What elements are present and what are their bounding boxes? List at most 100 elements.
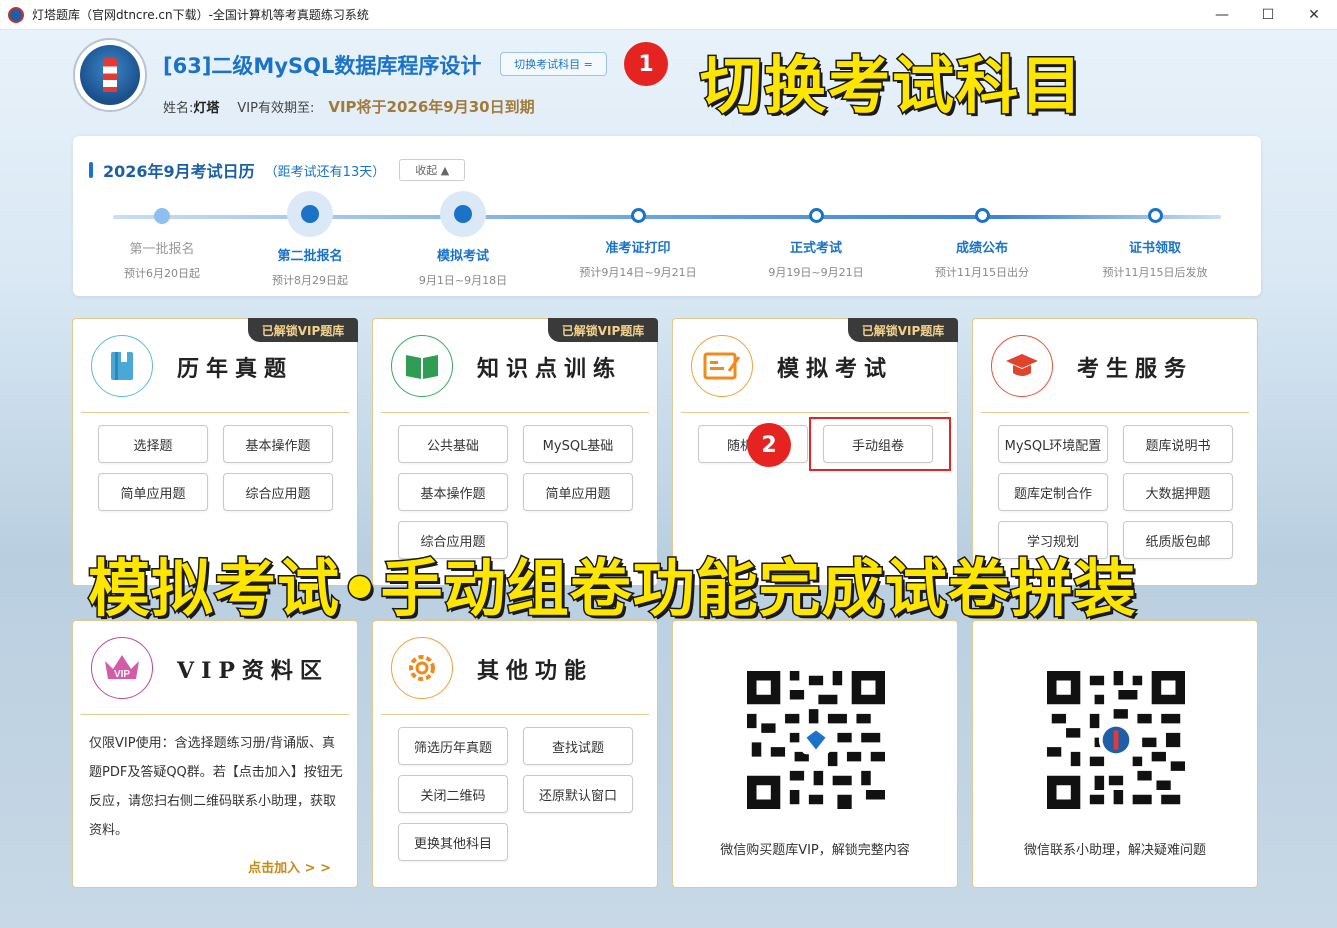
step-dot	[1147, 208, 1163, 223]
card-title: 考生服务	[1077, 356, 1194, 382]
card-title: 历年真题	[177, 356, 294, 382]
restore-window-button[interactable]: 还原默认窗口	[523, 775, 633, 813]
step-name: 第二批报名	[277, 249, 343, 264]
step-name: 模拟考试	[436, 249, 489, 264]
big-data-prediction-button[interactable]: 大数据押题	[1123, 473, 1233, 511]
user-name: 灯塔	[193, 101, 220, 116]
custom-cooperation-button[interactable]: 题库定制合作	[998, 473, 1108, 511]
step-date: 预计11月15日后发放	[1102, 266, 1208, 279]
mysql-basics-button[interactable]: MySQL基础	[523, 425, 633, 463]
card-divider	[81, 714, 349, 715]
filter-past-exams-button[interactable]: 筛选历年真题	[398, 727, 508, 765]
lighthouse-icon	[80, 45, 140, 105]
step-dot	[808, 208, 824, 223]
user-info: 姓名: 灯塔 VIP有效期至: VIP将于2026年9月30日到期	[163, 96, 535, 117]
collapse-button[interactable]: 收起 ▲	[399, 159, 466, 181]
card-title: 知识点训练	[477, 356, 623, 382]
card-divider	[681, 412, 949, 413]
comprehensive-application-button[interactable]: 综合应用题	[223, 473, 333, 511]
step-name: 准考证打印	[605, 241, 671, 256]
qrcode-buy-icon	[747, 671, 885, 809]
highlight-box	[809, 417, 951, 471]
vip-label: VIP有效期至:	[237, 101, 315, 116]
close-button[interactable]: ✕	[1291, 0, 1337, 30]
calendar-remaining: （距考试还有13天）	[264, 164, 386, 180]
name-label: 姓名:	[163, 101, 194, 116]
card-qr-buy: 微信购买题库VIP，解锁完整内容	[672, 620, 958, 888]
maximize-button[interactable]: ☐	[1245, 0, 1291, 30]
basic-operation-button[interactable]: 基本操作题	[223, 425, 333, 463]
exam-calendar: 2026年9月考试日历 （距考试还有13天） 收起 ▲ 第一批报名 预计6月20…	[73, 136, 1261, 296]
open-book-icon	[391, 335, 453, 397]
subject-title: [63]二级MySQL数据库程序设计	[163, 54, 482, 78]
vip-expire-text: VIP将于2026年9月30日到期	[328, 98, 535, 116]
card-divider	[81, 412, 349, 413]
minimize-button[interactable]: —	[1199, 0, 1245, 30]
window-titlebar: 灯塔题库（官网dtncre.cn下载）-全国计算机等考真题练习系统 — ☐ ✕	[0, 0, 1337, 30]
annotation-badge-2: 2	[747, 423, 791, 467]
exam-paper-icon	[691, 335, 753, 397]
card-other-functions: 其他功能 筛选历年真题 查找试题 关闭二维码 还原默认窗口 更换其他科目	[372, 620, 658, 888]
basic-operation-button[interactable]: 基本操作题	[398, 473, 508, 511]
card-divider	[381, 412, 649, 413]
step-name: 正式考试	[789, 241, 842, 256]
step-dot	[440, 191, 486, 237]
window-controls: — ☐ ✕	[1199, 0, 1337, 30]
graduation-cap-icon	[991, 335, 1053, 397]
step-name: 证书领取	[1128, 241, 1181, 256]
window-title: 灯塔题库（官网dtncre.cn下载）-全国计算机等考真题练习系统	[32, 8, 369, 22]
card-title: 模拟考试	[777, 356, 894, 382]
change-subject-button[interactable]: 更换其他科目	[398, 823, 508, 861]
calendar-step-6: 成绩公布 预计11月15日出分	[902, 196, 1062, 280]
step-dot	[630, 208, 646, 223]
qr-help-caption: 微信联系小助理，解决疑难问题	[1023, 843, 1206, 858]
crown-label: VIP	[114, 669, 130, 680]
calendar-step-5: 正式考试 9月19日~9月21日	[736, 196, 896, 280]
mysql-env-config-button[interactable]: MySQL环境配置	[998, 425, 1108, 463]
qr-buy-caption: 微信购买题库VIP，解锁完整内容	[720, 843, 910, 858]
book-icon	[91, 335, 153, 397]
calendar-step-1: 第一批报名 预计6月20日起	[82, 196, 242, 281]
step-date: 预计8月29日起	[272, 274, 348, 287]
step-dot	[974, 208, 990, 223]
annotation-badge-1: 1	[624, 42, 668, 86]
step-name: 第一批报名	[129, 242, 195, 257]
step-date: 9月1日~9月18日	[418, 274, 508, 287]
overlay-caption-mid: 模拟考试•手动组卷功能完成试卷拼装	[87, 551, 1138, 627]
calendar-step-7: 证书领取 预计11月15日后发放	[1075, 196, 1235, 280]
card-title: VIP资料区	[177, 658, 329, 684]
calendar-title: 2026年9月考试日历	[103, 162, 255, 181]
overlay-caption-top: 切换考试科目	[698, 48, 1085, 124]
step-name: 成绩公布	[955, 241, 1008, 256]
qrcode-help-icon	[1047, 671, 1185, 809]
simple-application-button[interactable]: 简单应用题	[98, 473, 208, 511]
close-qrcode-button[interactable]: 关闭二维码	[398, 775, 508, 813]
calendar-accent-bar	[89, 162, 93, 178]
calendar-step-2: 第二批报名 预计8月29日起	[230, 191, 390, 288]
gear-icon	[391, 637, 453, 699]
step-date: 预计11月15日出分	[935, 266, 1029, 279]
step-date: 预计6月20日起	[124, 267, 200, 280]
card-qr-help: 微信联系小助理，解决疑难问题	[972, 620, 1258, 888]
crown-icon: VIP	[91, 637, 153, 699]
vip-description: 仅限VIP使用：含选择题练习册/背诵版、真题PDF及答疑QQ群。若【点击加入】按…	[89, 736, 343, 838]
bank-manual-button[interactable]: 题库说明书	[1123, 425, 1233, 463]
choice-question-button[interactable]: 选择题	[98, 425, 208, 463]
join-link[interactable]: 点击加入 > >	[248, 857, 331, 876]
step-date: 9月19日~9月21日	[768, 266, 864, 279]
calendar-header: 2026年9月考试日历 （距考试还有13天） 收起 ▲	[89, 158, 466, 182]
public-basics-button[interactable]: 公共基础	[398, 425, 508, 463]
calendar-step-3: 模拟考试 9月1日~9月18日	[383, 191, 543, 288]
calendar-step-4: 准考证打印 预计9月14日~9月21日	[558, 196, 718, 280]
switch-subject-button[interactable]: 切换考试科目 =	[500, 52, 607, 76]
app-logo	[73, 38, 147, 112]
card-divider	[381, 714, 649, 715]
step-date: 预计9月14日~9月21日	[579, 266, 697, 279]
step-dot	[154, 208, 170, 224]
app-icon	[8, 6, 24, 23]
search-question-button[interactable]: 查找试题	[523, 727, 633, 765]
card-divider	[981, 412, 1249, 413]
simple-application-button[interactable]: 简单应用题	[523, 473, 633, 511]
vip-unlocked-tag: 已解锁VIP题库	[548, 318, 658, 342]
paper-version-button[interactable]: 纸质版包邮	[1123, 521, 1233, 559]
